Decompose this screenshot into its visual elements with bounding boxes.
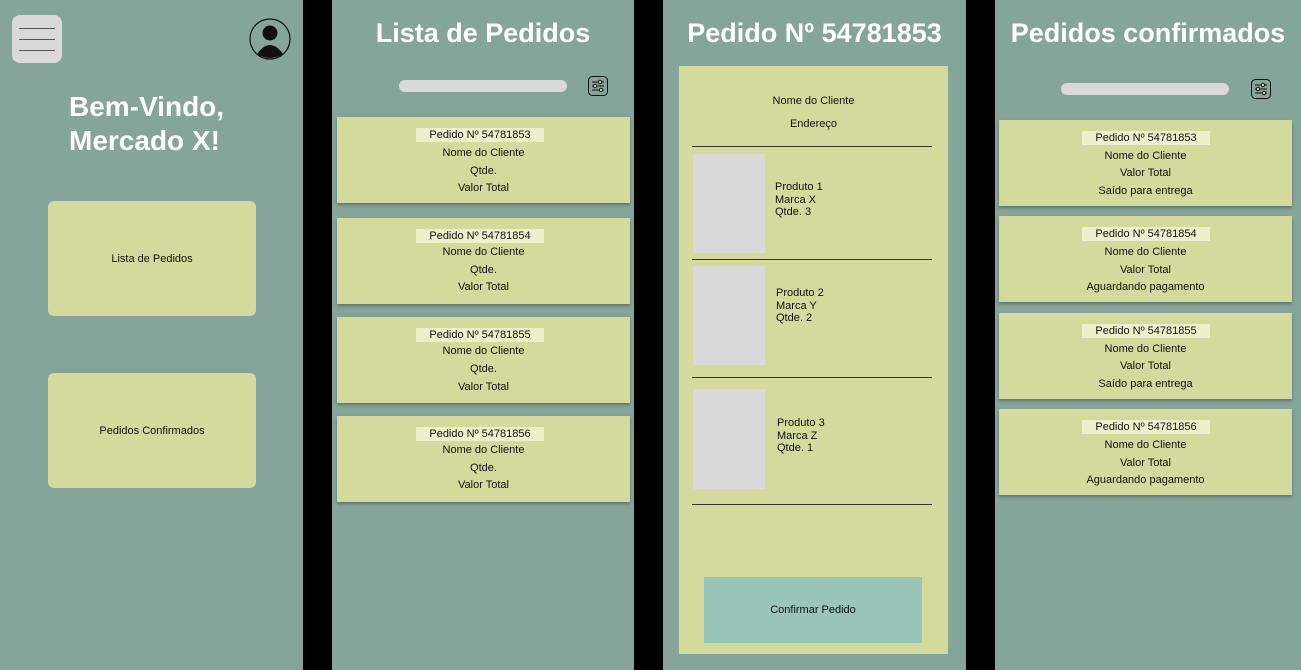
- divider: [692, 259, 932, 260]
- filter-sliders-icon[interactable]: [588, 76, 608, 96]
- client-address: Endereço: [789, 118, 838, 130]
- product-info: Produto 2 Marca Y Qtde. 2: [776, 287, 824, 325]
- welcome-line-2: Mercado X!: [69, 125, 220, 156]
- order-total: Valor Total: [458, 281, 509, 293]
- divider: [692, 146, 932, 147]
- page-title: Pedido Nº 54781853: [687, 18, 942, 48]
- client-name: Nome do Cliente: [1104, 439, 1187, 451]
- order-number: Pedido Nº 54781854: [416, 229, 544, 243]
- search-input[interactable]: [399, 80, 567, 92]
- home-screen: Bem-Vindo, Mercado X! Lista de Pedidos P…: [0, 0, 303, 670]
- client-name: Nome do Cliente: [442, 246, 525, 258]
- order-status: Aguardando pagamento: [1086, 474, 1205, 486]
- product-qty: Qtde. 3: [775, 206, 812, 218]
- product-name: Produto 3: [777, 417, 825, 429]
- menu-icon-line: [19, 50, 55, 51]
- menu-icon-line: [19, 28, 55, 29]
- order-number: Pedido Nº 54781856: [1082, 420, 1210, 434]
- order-detail-panel: Nome do Cliente Endereço Produto 1 Marca…: [679, 66, 948, 654]
- client-name: Nome do Cliente: [442, 345, 525, 357]
- order-qty: Qtde.: [470, 462, 497, 474]
- order-total: Valor Total: [1120, 360, 1171, 372]
- order-status: Saído para entrega: [1098, 185, 1193, 197]
- confirmed-order-card[interactable]: Pedido Nº 54781854 Nome do Cliente Valor…: [999, 216, 1292, 302]
- client-name: Nome do Cliente: [1104, 246, 1187, 258]
- client-name: Nome do Cliente: [772, 95, 855, 107]
- product-image: [693, 266, 765, 365]
- confirmed-orders-screen: Pedidos confirmados Pedido Nº 54781853 N…: [995, 0, 1301, 670]
- order-number: Pedido Nº 54781853: [1082, 131, 1210, 145]
- order-card[interactable]: Pedido Nº 54781853 Nome do Cliente Qtde.…: [337, 117, 630, 203]
- welcome-line-1: Bem-Vindo,: [69, 91, 225, 122]
- product-name: Produto 1: [775, 181, 823, 193]
- order-status: Aguardando pagamento: [1086, 281, 1205, 293]
- order-qty: Qtde.: [470, 264, 497, 276]
- order-number: Pedido Nº 54781856: [416, 427, 544, 441]
- menu-icon-line: [19, 39, 55, 40]
- product-image: [693, 154, 765, 253]
- page-title: Pedidos confirmados: [1010, 18, 1286, 48]
- product-name: Produto 2: [776, 287, 824, 299]
- filter-sliders-icon[interactable]: [1251, 79, 1271, 99]
- order-number: Pedido Nº 54781855: [1082, 324, 1210, 338]
- confirmed-order-card[interactable]: Pedido Nº 54781856 Nome do Cliente Valor…: [999, 409, 1292, 495]
- divider: [692, 504, 932, 505]
- confirmed-orders-button[interactable]: Pedidos Confirmados: [48, 373, 256, 488]
- order-qty: Qtde.: [470, 363, 497, 375]
- product-image: [693, 389, 765, 489]
- product-info: Produto 1 Marca X Qtde. 3: [775, 181, 823, 219]
- client-name: Nome do Cliente: [1104, 343, 1187, 355]
- product-brand: Marca Z: [777, 429, 818, 442]
- order-qty: Qtde.: [470, 165, 497, 177]
- order-total: Valor Total: [458, 182, 509, 194]
- product-qty: Qtde. 1: [777, 442, 814, 454]
- order-total: Valor Total: [1120, 457, 1171, 469]
- order-number: Pedido Nº 54781853: [416, 128, 544, 142]
- order-number: Pedido Nº 54781854: [1082, 227, 1210, 241]
- client-name: Nome do Cliente: [1104, 150, 1187, 162]
- welcome-heading: Bem-Vindo, Mercado X!: [69, 90, 224, 158]
- client-name: Nome do Cliente: [442, 147, 525, 159]
- product-info: Produto 3 Marca Z Qtde. 1: [777, 417, 825, 455]
- order-total: Valor Total: [458, 479, 509, 491]
- page-title: Lista de Pedidos: [375, 18, 591, 48]
- confirm-order-button[interactable]: Confirmar Pedido: [704, 577, 922, 643]
- order-detail-screen: Pedido Nº 54781853 Nome do Cliente Ender…: [663, 0, 966, 670]
- orders-list-button[interactable]: Lista de Pedidos: [48, 201, 256, 316]
- client-name: Nome do Cliente: [442, 444, 525, 456]
- search-input[interactable]: [1061, 83, 1229, 95]
- order-total: Valor Total: [458, 381, 509, 393]
- confirmed-order-card[interactable]: Pedido Nº 54781855 Nome do Cliente Valor…: [999, 313, 1292, 399]
- product-qty: Qtde. 2: [776, 312, 813, 324]
- user-avatar-icon[interactable]: [249, 18, 291, 60]
- order-total: Valor Total: [1120, 264, 1171, 276]
- product-brand: Marca X: [775, 193, 816, 206]
- orders-list-screen: Lista de Pedidos Pedido Nº 54781853 Nome…: [332, 0, 634, 670]
- divider: [692, 377, 932, 378]
- order-number: Pedido Nº 54781855: [416, 328, 544, 342]
- menu-button[interactable]: [12, 15, 62, 63]
- order-total: Valor Total: [1120, 167, 1171, 179]
- order-card[interactable]: Pedido Nº 54781854 Nome do Cliente Qtde.…: [337, 218, 630, 304]
- order-card[interactable]: Pedido Nº 54781855 Nome do Cliente Qtde.…: [337, 317, 630, 403]
- confirmed-order-card[interactable]: Pedido Nº 54781853 Nome do Cliente Valor…: [999, 120, 1292, 206]
- order-status: Saído para entrega: [1098, 378, 1193, 390]
- product-brand: Marca Y: [776, 299, 817, 312]
- order-card[interactable]: Pedido Nº 54781856 Nome do Cliente Qtde.…: [337, 416, 630, 502]
